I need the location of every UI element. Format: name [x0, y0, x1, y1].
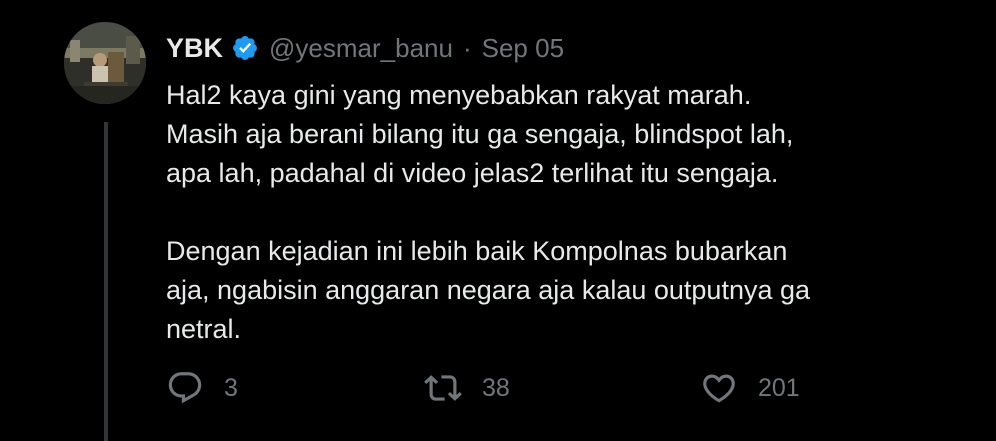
tweet[interactable]: YBK @yesmar_banu · Sep 05 Hal2 kaya gini… — [0, 0, 996, 441]
reply-icon — [166, 369, 204, 407]
tweet-line: Hal2 kaya gini yang menyebabkan rakyat m… — [166, 80, 752, 110]
retweet-count: 38 — [482, 373, 510, 402]
avatar[interactable] — [64, 22, 146, 104]
like-button[interactable]: 201 — [700, 366, 800, 410]
reply-button[interactable]: 3 — [166, 366, 238, 410]
tweet-line: aja, ngabisin anggaran negara aja kalau … — [166, 275, 811, 305]
author-display-name[interactable]: YBK — [166, 33, 223, 64]
tweet-paragraph: Dengan kejadian ini lebih baik Kompolnas… — [166, 232, 966, 349]
retweet-button[interactable]: 38 — [424, 366, 510, 410]
thread-line — [104, 122, 108, 441]
tweet-actions: 3 38 201 — [166, 366, 866, 410]
tweet-line: Dengan kejadian ini lebih baik Kompolnas… — [166, 236, 788, 266]
verified-badge-icon — [231, 34, 259, 62]
header-separator: · — [462, 32, 472, 63]
heart-icon — [700, 369, 738, 407]
tweet-line: netral. — [166, 314, 242, 344]
tweet-date[interactable]: Sep 05 — [482, 33, 564, 64]
tweet-line: apa lah, padahal di video jelas2 terliha… — [166, 158, 779, 188]
tweet-text: Hal2 kaya gini yang menyebabkan rakyat m… — [166, 76, 966, 349]
tweet-header: YBK @yesmar_banu · Sep 05 — [166, 28, 564, 68]
avatar-photo — [64, 22, 146, 104]
tweet-paragraph: Hal2 kaya gini yang menyebabkan rakyat m… — [166, 76, 966, 193]
retweet-icon — [424, 369, 462, 407]
tweet-line: Masih aja berani bilang itu ga sengaja, … — [166, 119, 794, 149]
like-count: 201 — [758, 373, 800, 402]
author-handle[interactable]: @yesmar_banu — [269, 33, 453, 64]
reply-count: 3 — [224, 373, 238, 402]
